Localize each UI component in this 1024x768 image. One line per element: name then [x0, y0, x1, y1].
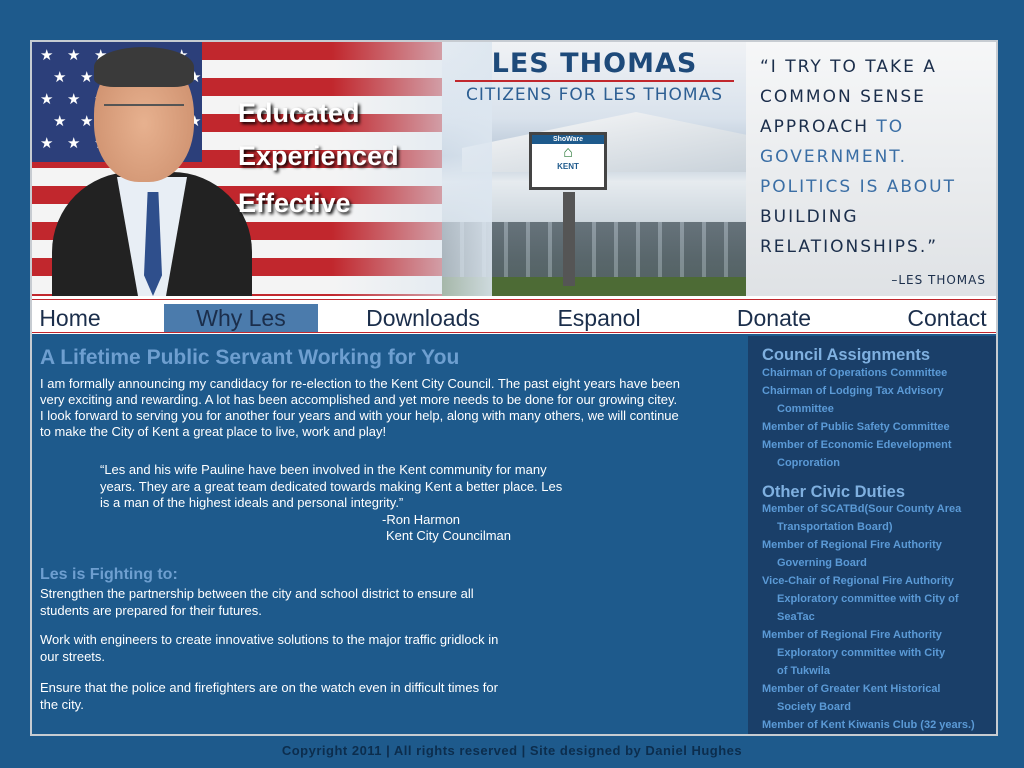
sidebar-item-label: Chairman of Lodging Tax Advisory: [762, 385, 944, 397]
site-subtitle: CITIZENS FOR LES THOMAS: [466, 85, 723, 105]
sidebar-item-label: Member of SCATBd(Sour County Area: [762, 503, 962, 515]
sidebar-item[interactable]: Coproration: [762, 454, 840, 472]
nav-downloads[interactable]: Downloads: [360, 304, 486, 332]
title-rule: [455, 80, 734, 82]
quote-line: POLITICS IS ABOUT: [760, 172, 994, 202]
sidebar-item[interactable]: Governing Board: [762, 554, 867, 572]
testimonial-author: -Ron Harmon: [382, 512, 461, 527]
intro-paragraph: I am formally announcing my candidacy fo…: [40, 376, 680, 439]
quote-line: APPROACH TO: [760, 112, 994, 142]
quote-attribution: –LES THOMAS: [891, 273, 986, 287]
quote-panel: “I TRY TO TAKE A COMMON SENSE APPROACH TO G…: [746, 42, 996, 296]
sidebar-item-label: Member of Greater Kent Historical: [762, 683, 941, 695]
sidebar-item[interactable]: Vice-Chair of Regional Fire Authority: [762, 572, 954, 590]
quote-line: BUILDING: [760, 202, 994, 232]
nav-why-les[interactable]: Why Les: [164, 304, 318, 332]
sidebar-item[interactable]: SeaTac: [762, 608, 815, 626]
sidebar-item-label: Transportation Board): [777, 521, 893, 533]
sidebar-item-label: Member of Economic Edevelopment: [762, 439, 952, 451]
fighting-item: Strengthen the partnership between the c…: [40, 586, 474, 618]
nav-contact[interactable]: Contact: [904, 304, 990, 332]
sidebar-item-label: SeaTac: [777, 611, 815, 623]
quote-light-text: POLITICS IS ABOUT: [760, 177, 956, 197]
fighting-heading: Les is Fighting to:: [40, 566, 178, 583]
sidebar-item-label: Member of Regional Fire Authority: [762, 629, 942, 641]
nav-rule-bottom: [32, 332, 996, 333]
sidebar-item[interactable]: Committee: [762, 400, 834, 418]
footer-copyright: Copyright 2011 | All rights reserved | S…: [281, 743, 743, 758]
sidebar: Council Assignments Chairman of Operatio…: [748, 336, 996, 734]
sidebar-item-label: Governing Board: [777, 557, 867, 569]
fighting-item: Ensure that the police and firefighters …: [40, 680, 498, 712]
sidebar-item[interactable]: Exploratory committee with City: [762, 644, 945, 662]
sign-pole: [563, 192, 575, 286]
sidebar-item[interactable]: Exploratory committee with City of: [762, 590, 959, 608]
sign-top-label: ShoWare: [532, 135, 604, 144]
sidebar-item[interactable]: Transportation Board): [762, 518, 893, 536]
testimonial-quote: “Les and his wife Pauline have been invo…: [100, 462, 563, 510]
quote-dark-text: COMMON SENSE: [760, 87, 926, 107]
sidebar-item-label: Member of Kent Kiwanis Club (32 years.): [762, 719, 975, 731]
sidebar-item[interactable]: Member of Regional Fire Authority: [762, 626, 942, 644]
sidebar-item[interactable]: Member of Economic Edevelopment: [762, 436, 951, 454]
nav-donate[interactable]: Donate: [732, 304, 816, 332]
portrait-hair: [94, 47, 194, 87]
sidebar-item-label: Vice-Chair of Regional Fire Authority: [762, 575, 954, 587]
quote-dark-text: “I TRY TO TAKE A: [760, 57, 937, 77]
main-content: A Lifetime Public Servant Working for Yo…: [32, 336, 746, 736]
nav-home[interactable]: Home: [38, 304, 102, 332]
sidebar-item[interactable]: Member of Kent Kiwanis Club (32 years.): [762, 716, 975, 734]
site-logo[interactable]: LES THOMAS CITIZENS FOR LES THOMAS: [447, 48, 742, 105]
sidebar-item-label: Member of Regional Fire Authority: [762, 539, 942, 551]
page-headline: A Lifetime Public Servant Working for Yo…: [40, 346, 460, 369]
quote-light-text: GOVERNMENT.: [760, 147, 908, 167]
sidebar-item[interactable]: Member of Public Safety Committee: [762, 418, 950, 436]
tagline-experienced: Experienced: [238, 141, 399, 171]
quote-dark-text: BUILDING: [760, 207, 859, 227]
sidebar-item-label: Exploratory committee with City of: [777, 593, 959, 605]
sidebar-item-label: Committee: [777, 403, 834, 415]
quote-line: RELATIONSHIPS.”: [760, 232, 994, 262]
sign-text: KENT: [557, 162, 579, 171]
council-assignments-heading: Council Assignments: [762, 346, 931, 364]
quote-light-text: TO: [869, 117, 905, 137]
page-frame: ★★★★★★★★★★★★★★★★★★★★★★★★★★★★★★ ShoWare ⌂…: [30, 40, 998, 736]
candidate-portrait: [32, 42, 262, 296]
sidebar-item-label: Society Board: [777, 701, 851, 713]
tagline-effective: Effective: [238, 188, 351, 218]
sidebar-item[interactable]: Chairman of Operations Committee: [762, 364, 947, 382]
sidebar-item[interactable]: of Tukwila: [762, 662, 830, 680]
quote-line: GOVERNMENT.: [760, 142, 994, 172]
sidebar-item-label: Coproration: [777, 457, 840, 469]
testimonial-role: Kent City Councilman: [386, 528, 511, 543]
site-title: LES THOMAS: [491, 48, 698, 79]
header-banner: ★★★★★★★★★★★★★★★★★★★★★★★★★★★★★★ ShoWare ⌂…: [32, 42, 996, 296]
sidebar-item[interactable]: Member of SCATBd(Sour County Area: [762, 500, 961, 518]
quote-dark-text: APPROACH: [760, 117, 870, 137]
showare-center-sign: ShoWare ⌂ KENT: [529, 132, 607, 190]
nav-rule-top: [32, 299, 996, 300]
sidebar-item-label: of Tukwila: [777, 665, 830, 677]
sign-logo-icon: ⌂: [563, 144, 573, 161]
sidebar-item-label: Exploratory committee with City: [777, 647, 946, 659]
tagline-educated: Educated: [238, 98, 360, 128]
candidate-quote: “I TRY TO TAKE A COMMON SENSE APPROACH TO G…: [760, 52, 994, 262]
sidebar-item[interactable]: Chairman of Lodging Tax Advisory: [762, 382, 944, 400]
sidebar-item-label: Member of Public Safety Committee: [762, 421, 950, 433]
sidebar-item[interactable]: Society Board: [762, 698, 851, 716]
sidebar-item-label: Chairman of Operations Committee: [762, 367, 948, 379]
quote-line: COMMON SENSE: [760, 82, 994, 112]
sidebar-item[interactable]: Member of Regional Fire Authority: [762, 536, 942, 554]
nav-espanol[interactable]: Espanol: [552, 304, 646, 332]
sidebar-item[interactable]: Member of Greater Kent Historical: [762, 680, 941, 698]
portrait-glasses: [104, 104, 184, 122]
quote-dark-text: RELATIONSHIPS.”: [760, 237, 939, 257]
quote-line: “I TRY TO TAKE A: [760, 52, 994, 82]
fighting-item: Work with engineers to create innovative…: [40, 632, 499, 664]
